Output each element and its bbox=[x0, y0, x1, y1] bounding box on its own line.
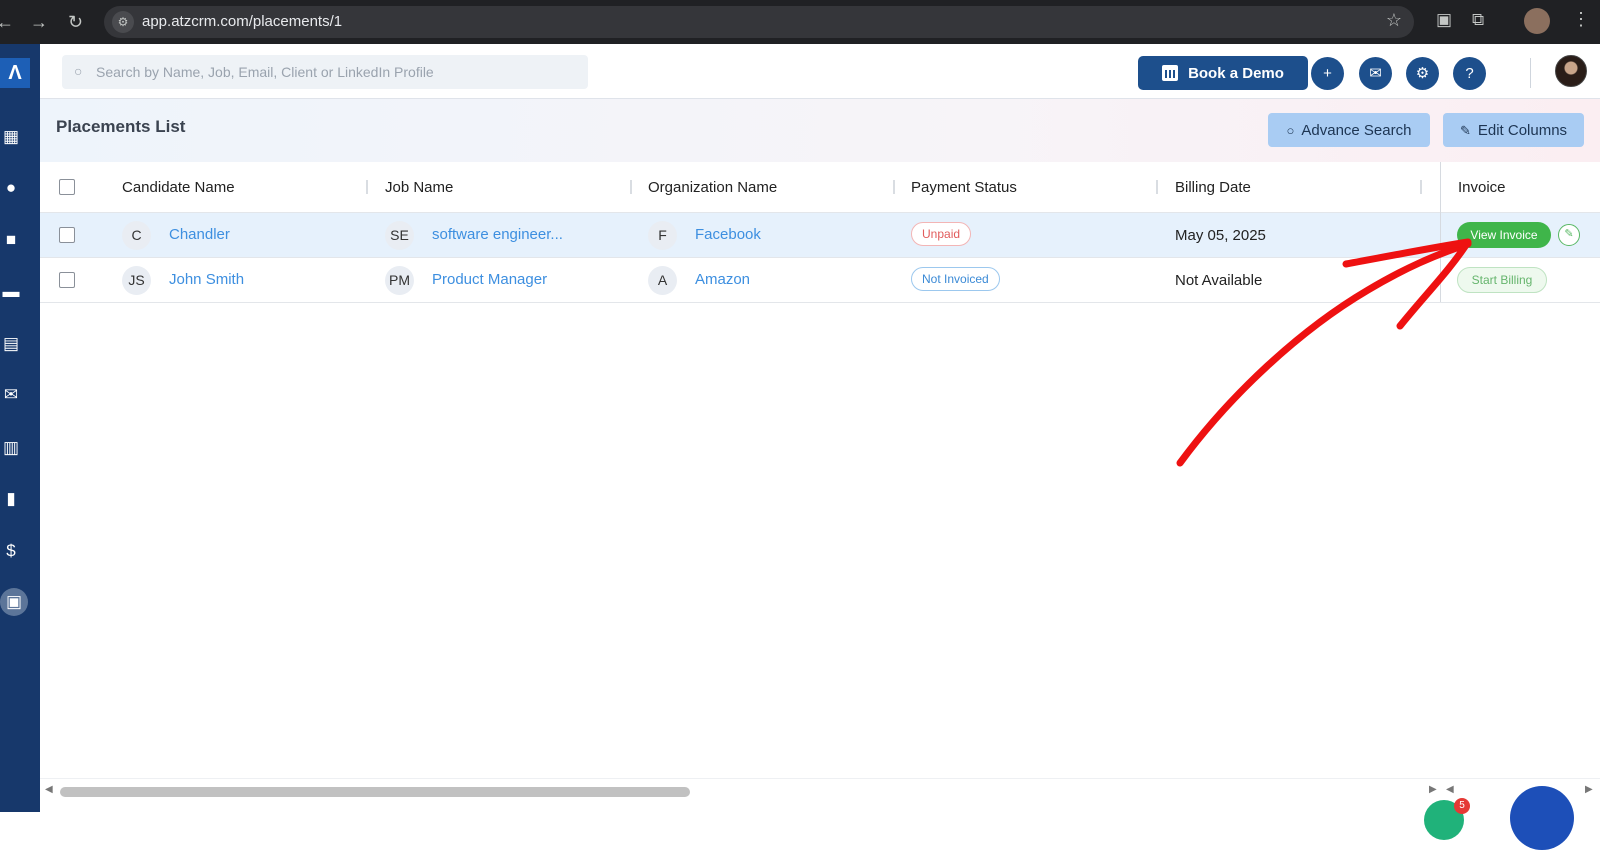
table-row[interactable]: C Chandler SE software engineer... F Fac… bbox=[40, 213, 1600, 258]
column-resizer[interactable] bbox=[893, 180, 895, 194]
column-resizer[interactable] bbox=[1156, 180, 1158, 194]
logo[interactable]: Λ bbox=[0, 58, 30, 88]
candidate-initials: JS bbox=[122, 266, 151, 295]
column-resizer[interactable] bbox=[630, 180, 632, 194]
add-button[interactable]: + bbox=[1311, 57, 1344, 90]
app-header: ○ Book a Demo + ✉ ⚙ ? bbox=[40, 44, 1600, 99]
candidate-link[interactable]: Chandler bbox=[169, 226, 230, 243]
frozen-column-divider bbox=[1440, 162, 1441, 302]
scroll-right-icon[interactable]: ▶ bbox=[1429, 784, 1437, 795]
horizontal-scrollbar[interactable]: ◀ ▶ ◀ ▶ bbox=[40, 778, 1600, 812]
help-button[interactable]: ? bbox=[1453, 57, 1486, 90]
header-billing-date[interactable]: Billing Date bbox=[1175, 179, 1251, 196]
header-candidate-name[interactable]: Candidate Name bbox=[122, 179, 235, 196]
search-input[interactable] bbox=[96, 55, 576, 89]
url-text[interactable]: app.atzcrm.com/placements/1 bbox=[142, 13, 342, 30]
scroll-track[interactable] bbox=[60, 787, 1400, 797]
sidebar: Λ ▦ ● ■ ▬ ▤ ✉ ▥ ▮ $ ▣ bbox=[0, 44, 40, 812]
forward-icon[interactable]: → bbox=[30, 10, 48, 34]
job-initials: PM bbox=[385, 266, 414, 295]
email-icon[interactable]: ✉ bbox=[0, 384, 22, 406]
book-demo-label: Book a Demo bbox=[1188, 64, 1284, 82]
plus-icon: + bbox=[1323, 65, 1332, 82]
browser-profile-avatar[interactable] bbox=[1524, 8, 1550, 34]
column-resizer[interactable] bbox=[366, 180, 368, 194]
puzzle-icon[interactable]: ⧉ bbox=[1472, 10, 1484, 30]
address-bar[interactable]: ⚙ app.atzcrm.com/placements/1 ☆ bbox=[104, 6, 1414, 38]
billing-date: May 05, 2025 bbox=[1175, 227, 1266, 244]
row-checkbox[interactable] bbox=[59, 272, 75, 288]
table-header: Candidate Name Job Name Organization Nam… bbox=[40, 162, 1600, 213]
job-link[interactable]: Product Manager bbox=[432, 271, 547, 288]
start-billing-button[interactable]: Start Billing bbox=[1457, 267, 1547, 293]
global-search: ○ bbox=[62, 55, 588, 89]
payment-status-badge: Unpaid bbox=[911, 222, 972, 246]
select-all-checkbox[interactable] bbox=[59, 179, 75, 195]
advance-search-button[interactable]: ○ Advance Search bbox=[1268, 113, 1430, 147]
candidate-link[interactable]: John Smith bbox=[169, 271, 244, 288]
mail-button[interactable]: ✉ bbox=[1359, 57, 1392, 90]
header-job-name[interactable]: Job Name bbox=[385, 179, 453, 196]
support-widget-button[interactable] bbox=[1510, 786, 1574, 850]
calendar-icon bbox=[1162, 64, 1179, 81]
organization-link[interactable]: Facebook bbox=[695, 226, 761, 243]
organization-initials: A bbox=[648, 266, 677, 295]
site-settings-icon[interactable]: ⚙ bbox=[112, 11, 134, 33]
reload-icon[interactable]: ↻ bbox=[68, 10, 83, 34]
candidate-initials: C bbox=[122, 221, 151, 250]
client-icon[interactable]: ▬ bbox=[0, 281, 22, 303]
organization-link[interactable]: Amazon bbox=[695, 271, 750, 288]
edit-icon: ✎ bbox=[1459, 122, 1471, 138]
back-icon[interactable]: ← bbox=[0, 10, 14, 34]
bookmark-star-icon[interactable]: ☆ bbox=[1386, 10, 1402, 31]
table-row[interactable]: JS John Smith PM Product Manager A Amazo… bbox=[40, 258, 1600, 303]
view-invoice-button[interactable]: View Invoice bbox=[1457, 222, 1551, 248]
search-icon: ○ bbox=[74, 63, 83, 79]
calendar-icon[interactable]: ▥ bbox=[0, 437, 22, 459]
page-header: Placements List ○ Advance Search ✎ Edit Co… bbox=[40, 99, 1600, 162]
header-divider bbox=[1530, 58, 1531, 88]
help-icon: ? bbox=[1465, 65, 1474, 82]
placements-icon[interactable]: ▣ bbox=[0, 588, 28, 616]
edit-invoice-icon[interactable]: ✎ bbox=[1558, 224, 1580, 246]
search-icon: ○ bbox=[1286, 122, 1295, 138]
job-link[interactable]: software engineer... bbox=[432, 226, 563, 243]
contact-icon[interactable]: ▤ bbox=[0, 333, 22, 355]
dashboard-icon[interactable]: ▦ bbox=[0, 126, 22, 148]
header-invoice[interactable]: Invoice bbox=[1458, 179, 1506, 196]
edit-columns-button[interactable]: ✎ Edit Columns bbox=[1443, 113, 1584, 147]
scroll-left-icon[interactable]: ◀ bbox=[45, 784, 53, 795]
header-payment-status[interactable]: Payment Status bbox=[911, 179, 1017, 196]
browser-toolbar: ← → ↻ ⚙ app.atzcrm.com/placements/1 ☆ ▣ … bbox=[0, 0, 1600, 44]
mail-icon: ✉ bbox=[1369, 65, 1382, 82]
header-organization-name[interactable]: Organization Name bbox=[648, 179, 777, 196]
reports-icon[interactable]: ▮ bbox=[0, 488, 22, 510]
column-resizer[interactable] bbox=[1420, 180, 1422, 194]
book-demo-button[interactable]: Book a Demo bbox=[1138, 56, 1308, 90]
scroll-thumb[interactable] bbox=[60, 787, 690, 797]
advance-search-label: Advance Search bbox=[1301, 121, 1412, 139]
payment-status-badge: Not Invoiced bbox=[911, 267, 1000, 291]
browser-menu-icon[interactable]: ⋮ bbox=[1572, 9, 1590, 30]
organization-initials: F bbox=[648, 221, 677, 250]
gear-icon: ⚙ bbox=[1415, 65, 1430, 82]
row-checkbox[interactable] bbox=[59, 227, 75, 243]
job-initials: SE bbox=[385, 221, 414, 250]
job-icon[interactable]: ■ bbox=[0, 229, 22, 251]
billing-date: Not Available bbox=[1175, 272, 1263, 289]
settings-button[interactable]: ⚙ bbox=[1406, 57, 1439, 90]
extension-icon[interactable]: ▣ bbox=[1436, 10, 1452, 30]
user-avatar[interactable] bbox=[1555, 55, 1587, 87]
edit-columns-label: Edit Columns bbox=[1477, 121, 1568, 139]
page-title: Placements List bbox=[56, 117, 186, 136]
frozen-scroll-left-icon[interactable]: ◀ bbox=[1446, 784, 1454, 795]
candidate-icon[interactable]: ● bbox=[0, 177, 22, 199]
billing-icon[interactable]: $ bbox=[0, 540, 22, 562]
frozen-scroll-right-icon[interactable]: ▶ bbox=[1585, 784, 1593, 795]
